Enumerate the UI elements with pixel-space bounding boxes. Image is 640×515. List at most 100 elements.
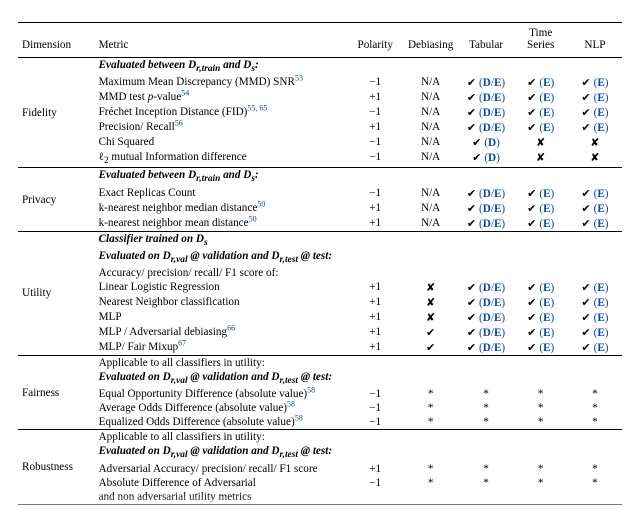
timeseries-cell: ✔ (E) <box>513 295 567 310</box>
table-row: MLP+1✘✔ (D/E)✔ (E)✔ (E) <box>18 310 622 325</box>
section-heading-row: PrivacyEvaluated between Dr,train and Ds… <box>18 168 622 186</box>
debias-cell: N/A <box>403 75 459 90</box>
tabular-cell: ✔ (D/E) <box>459 120 514 135</box>
polarity-cell: +1 <box>348 201 403 216</box>
tabular-cell: * <box>459 415 514 430</box>
debias-cell: N/A <box>403 201 459 216</box>
timeseries-cell: ✔ (E) <box>513 310 567 325</box>
debias-cell: N/A <box>403 90 459 105</box>
table-wrap: Dimension Metric Polarity Debiasing Tabu… <box>0 0 640 515</box>
debias-cell: N/A <box>403 120 459 135</box>
table-row: k-nearest neighbor median distance50+1N/… <box>18 201 622 216</box>
debias-cell: N/A <box>403 186 459 201</box>
nlp-cell: ✔ (E) <box>568 75 622 90</box>
col-metric: Metric <box>95 23 348 58</box>
polarity-cell: −1 <box>348 105 403 120</box>
section-heading: Evaluated between Dr,train and Ds: <box>95 58 622 76</box>
metric-cell: Fréchet Inception Distance (FID)55, 65 <box>95 105 348 120</box>
section-heading: Evaluated between Dr,train and Ds: <box>95 168 622 186</box>
nlp-cell: ✔ (E) <box>568 295 622 310</box>
table-header-row: Dimension Metric Polarity Debiasing Tabu… <box>18 23 622 58</box>
metric-cell: Adversarial Accuracy/ precision/ recall/… <box>95 462 348 476</box>
section-heading-row: Accuracy/ precision/ recall/ F1 score of… <box>18 266 622 280</box>
dimension-cell: Privacy <box>18 168 95 231</box>
debias-cell: * <box>403 401 459 415</box>
section-heading-row: FidelityEvaluated between Dr,train and D… <box>18 58 622 76</box>
polarity-cell: −1 <box>348 150 403 168</box>
tabular-cell: ✔ (D/E) <box>459 310 514 325</box>
timeseries-cell: * <box>513 387 567 401</box>
col-nlp: NLP <box>568 23 622 58</box>
polarity-cell: +1 <box>348 295 403 310</box>
timeseries-cell: ✔ (E) <box>513 216 567 232</box>
tabular-cell: ✔ (D/E) <box>459 280 514 295</box>
nlp-cell: ✔ (E) <box>568 216 622 232</box>
section-heading-row: RobustnessApplicable to all classifiers … <box>18 430 622 445</box>
table-row: Linear Logistic Regression+1✘✔ (D/E)✔ (E… <box>18 280 622 295</box>
metric-cell: Absolute Difference of Adversarial <box>95 476 348 490</box>
polarity-cell: +1 <box>348 216 403 232</box>
metrics-table: Dimension Metric Polarity Debiasing Tabu… <box>18 22 622 505</box>
bottom-fade <box>0 495 640 515</box>
dimension-cell: Fidelity <box>18 58 95 168</box>
table-row: Adversarial Accuracy/ precision/ recall/… <box>18 462 622 476</box>
metric-cell: k-nearest neighbor median distance50 <box>95 201 348 216</box>
table-row: Exact Replicas Count−1N/A✔ (D/E)✔ (E)✔ (… <box>18 186 622 201</box>
col-tabular: Tabular <box>459 23 514 58</box>
polarity-cell: +1 <box>348 120 403 135</box>
timeseries-cell: ✔ (E) <box>513 280 567 295</box>
tabular-cell: ✔ (D/E) <box>459 201 514 216</box>
section-heading-row: Evaluated on Dr,val @ validation and Dr,… <box>18 249 622 266</box>
section-heading: Evaluated on Dr,val @ validation and Dr,… <box>95 249 622 266</box>
table-row: Fréchet Inception Distance (FID)55, 65−1… <box>18 105 622 120</box>
debias-cell: ✔ <box>403 340 459 356</box>
section-heading: Evaluated on Dr,val @ validation and Dr,… <box>95 370 622 387</box>
nlp-cell: * <box>568 401 622 415</box>
metric-cell: Maximum Mean Discrepancy (MMD) SNR53 <box>95 75 348 90</box>
nlp-cell: ✔ (E) <box>568 310 622 325</box>
nlp-cell: ✔ (E) <box>568 120 622 135</box>
debias-cell: N/A <box>403 105 459 120</box>
polarity-cell: −1 <box>348 135 403 150</box>
polarity-cell: −1 <box>348 415 403 430</box>
table-row: Chi Squared−1N/A✔ (D)✘✘ <box>18 135 622 150</box>
metric-cell: MLP <box>95 310 348 325</box>
polarity-cell: +1 <box>348 310 403 325</box>
nlp-cell: ✘ <box>568 135 622 150</box>
tabular-cell: ✔ (D/E) <box>459 295 514 310</box>
metric-cell: Linear Logistic Regression <box>95 280 348 295</box>
timeseries-cell: ✔ (E) <box>513 120 567 135</box>
tabular-cell: ✔ (D/E) <box>459 216 514 232</box>
timeseries-cell: * <box>513 462 567 476</box>
metric-cell: Chi Squared <box>95 135 348 150</box>
nlp-cell: ✘ <box>568 150 622 168</box>
debias-cell: * <box>403 476 459 490</box>
metric-cell: Equalized Odds Difference (absolute valu… <box>95 415 348 430</box>
polarity-cell: +1 <box>348 462 403 476</box>
metric-cell: ℓ2 mutual Information difference <box>95 150 348 168</box>
table-row: Nearest Neighbor classification+1✘✔ (D/E… <box>18 295 622 310</box>
debias-cell: * <box>403 387 459 401</box>
section-heading: Applicable to all classifiers in utility… <box>95 430 622 445</box>
nlp-cell: ✔ (E) <box>568 201 622 216</box>
timeseries-cell: ✔ (E) <box>513 201 567 216</box>
tabular-cell: * <box>459 387 514 401</box>
tabular-cell: ✔ (D/E) <box>459 75 514 90</box>
col-dimension: Dimension <box>18 23 95 58</box>
table-row: Absolute Difference of Adversarial−1**** <box>18 476 622 490</box>
table-row: k-nearest neighbor mean distance50+1N/A✔… <box>18 216 622 232</box>
dimension-cell: Fairness <box>18 356 95 430</box>
nlp-cell: * <box>568 387 622 401</box>
section-heading: Accuracy/ precision/ recall/ F1 score of… <box>95 266 622 280</box>
timeseries-cell: * <box>513 476 567 490</box>
col-timeseries: Time Series <box>513 23 567 58</box>
table-row: Average Odds Difference (absolute value)… <box>18 401 622 415</box>
polarity-cell: −1 <box>348 186 403 201</box>
nlp-cell: ✔ (E) <box>568 280 622 295</box>
nlp-cell: * <box>568 476 622 490</box>
section-heading: Evaluated on Dr,val @ validation and Dr,… <box>95 444 622 461</box>
tabular-cell: * <box>459 401 514 415</box>
tabular-cell: ✔ (D) <box>459 135 514 150</box>
table-row: MLP/ Fair Mixup67+1✔✔ (D/E)✔ (E)✔ (E) <box>18 340 622 356</box>
metric-cell: MLP / Adversarial debiasing66 <box>95 325 348 340</box>
